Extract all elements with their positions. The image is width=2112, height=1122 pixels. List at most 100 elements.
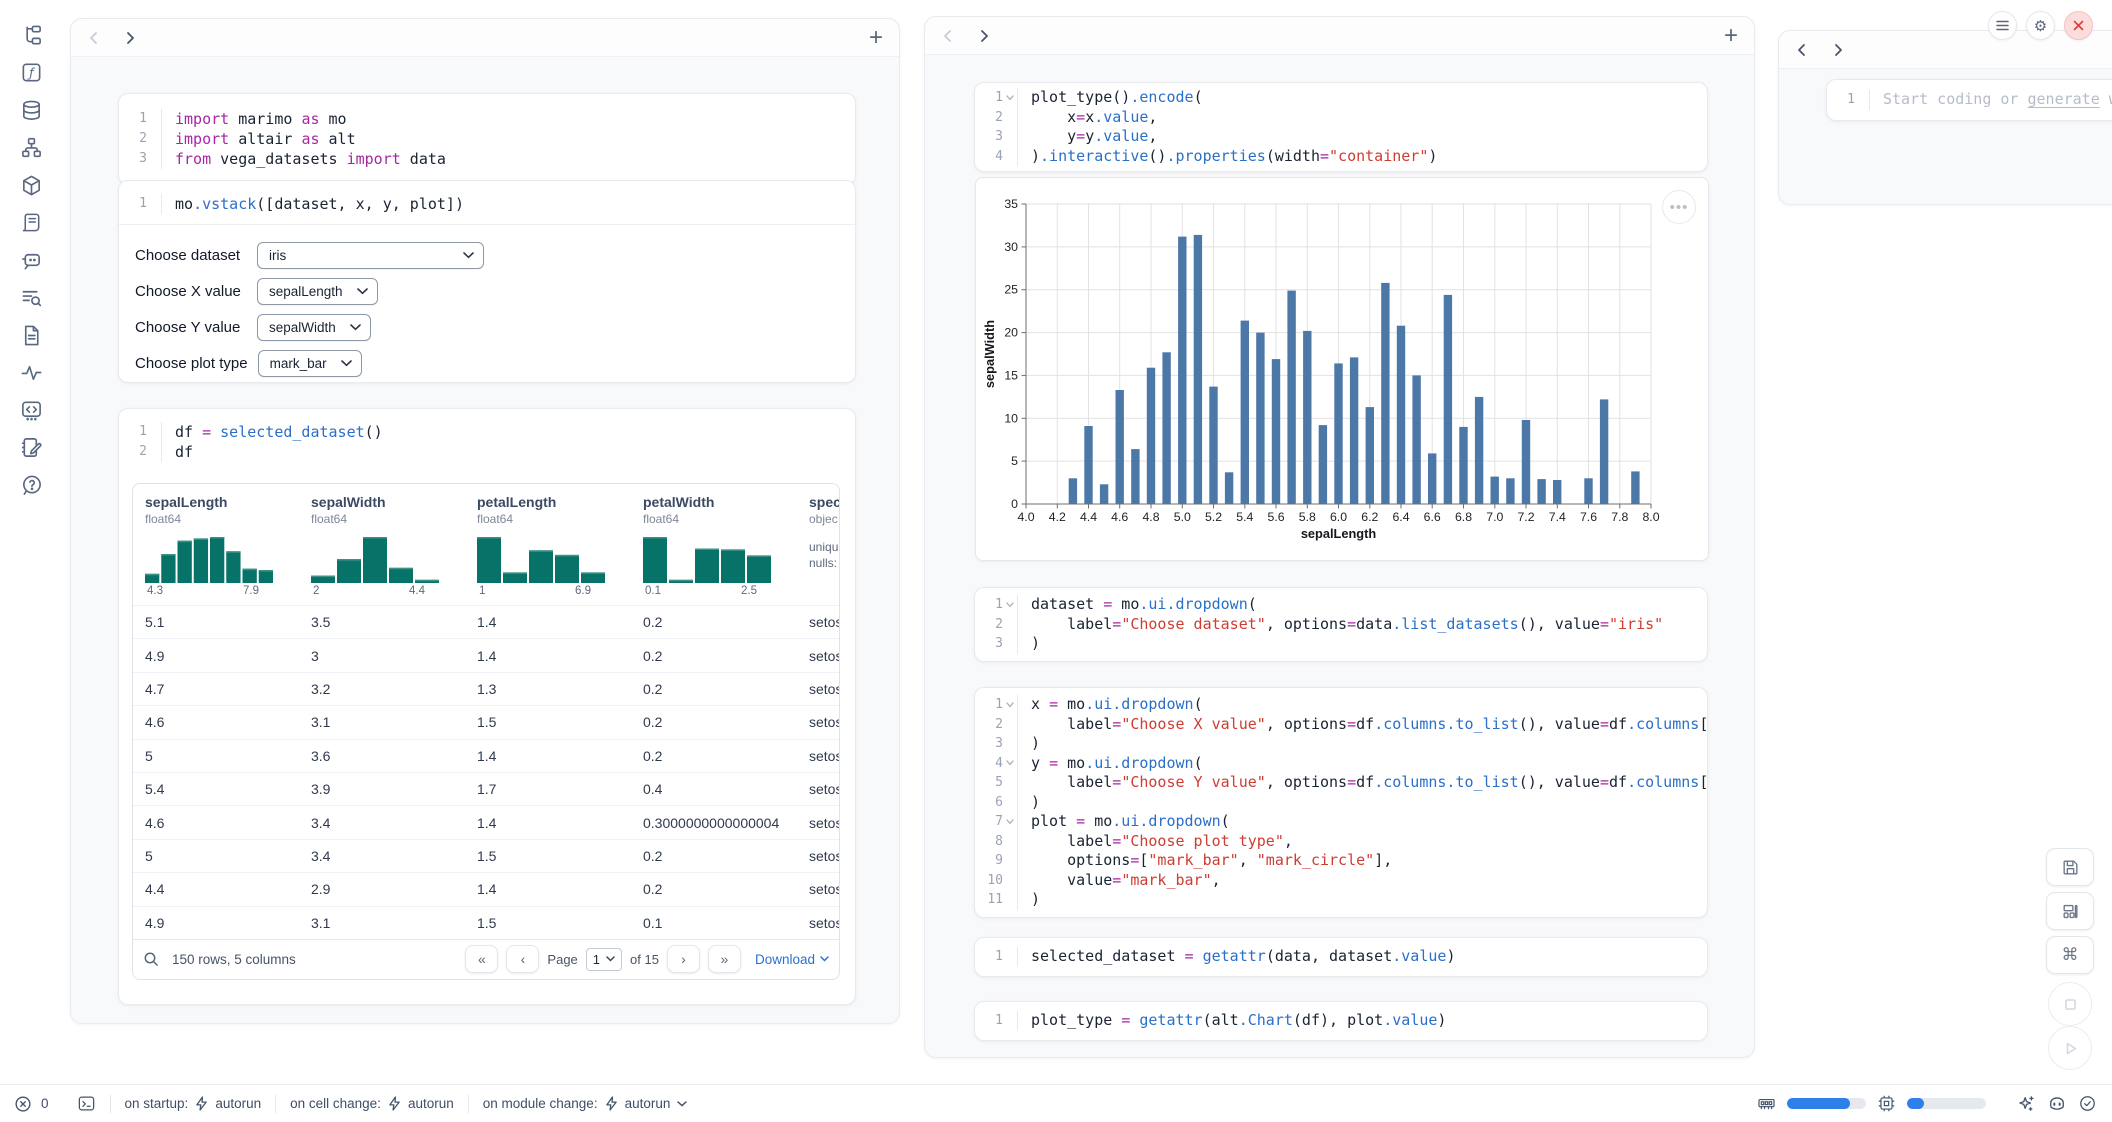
chart-menu-icon[interactable]: ••• xyxy=(1662,190,1696,224)
generate-link[interactable]: generate xyxy=(2028,90,2100,108)
x-value-select[interactable]: sepalLength xyxy=(257,278,378,305)
code-text[interactable]: selected_dataset = getattr(data, dataset… xyxy=(1017,947,1707,967)
svg-text:4.4: 4.4 xyxy=(1080,510,1097,524)
code-text[interactable]: import altair as alt xyxy=(161,129,855,149)
column-next-icon[interactable] xyxy=(1831,43,1845,57)
shutdown-icon[interactable] xyxy=(2064,11,2093,40)
prev-page-button[interactable]: ‹ xyxy=(506,945,539,973)
cell-selected-dataset[interactable]: 1selected_dataset = getattr(data, datase… xyxy=(974,937,1708,977)
add-cell-icon[interactable]: + xyxy=(1724,24,1738,48)
fold-chevron-icon[interactable] xyxy=(1003,754,1017,774)
column-prev-icon[interactable] xyxy=(87,31,101,45)
code-text[interactable]: ) xyxy=(1017,793,1707,813)
code-text[interactable]: dataset = mo.ui.dropdown( xyxy=(1017,595,1707,615)
last-page-button[interactable]: » xyxy=(708,945,741,973)
fold-chevron-icon[interactable] xyxy=(1003,595,1017,615)
code-text[interactable]: mo.vstack([dataset, x, y, plot]) xyxy=(161,194,855,214)
code-text[interactable]: label="Choose Y value", options=df.colum… xyxy=(1017,773,1707,793)
layout-button[interactable] xyxy=(2046,892,2094,930)
column-header-sepalWidth[interactable]: sepalWidthfloat6424.4 xyxy=(299,494,465,605)
packages-icon[interactable] xyxy=(18,172,44,198)
run-button[interactable] xyxy=(2048,1026,2092,1070)
save-button[interactable] xyxy=(2046,848,2094,886)
code-text[interactable]: label="Choose dataset", options=data.lis… xyxy=(1017,615,1707,635)
code-embed-icon[interactable] xyxy=(18,397,44,423)
svg-text:25: 25 xyxy=(1004,283,1018,297)
settings-gear-icon[interactable]: ⚙ xyxy=(2026,11,2055,40)
svg-text:0: 0 xyxy=(1011,497,1018,511)
column-next-icon[interactable] xyxy=(977,29,991,43)
command-palette-button[interactable]: ⌘ xyxy=(2046,936,2094,974)
runtime-config-0[interactable]: on startup:autorun xyxy=(111,1096,276,1111)
cell-plot[interactable]: 1plot_type().encode(2 x=x.value,3 y=y.va… xyxy=(974,82,1708,172)
runtime-config-1[interactable]: on cell change:autorun xyxy=(276,1096,468,1111)
code-text[interactable]: ) xyxy=(1017,734,1707,754)
code-text[interactable]: y=y.value, xyxy=(1017,127,1707,147)
column-next-icon[interactable] xyxy=(123,31,137,45)
tracing-icon[interactable] xyxy=(18,360,44,386)
copilot-icon[interactable] xyxy=(2047,1094,2067,1114)
code-text[interactable]: ) xyxy=(1017,890,1707,910)
code-text[interactable]: y = mo.ui.dropdown( xyxy=(1017,754,1707,774)
cell-imports[interactable]: 1import marimo as mo2import altair as al… xyxy=(118,93,856,185)
dependencies-icon[interactable] xyxy=(18,135,44,161)
logs-icon[interactable] xyxy=(18,285,44,311)
column-prev-icon[interactable] xyxy=(941,29,955,43)
bar-chart[interactable]: 4.04.24.44.64.85.05.25.45.65.86.06.26.46… xyxy=(976,178,1710,562)
cell-plot-type[interactable]: 1plot_type = getattr(alt.Chart(df), plot… xyxy=(974,1001,1708,1041)
functions-icon[interactable]: ƒ xyxy=(18,60,44,86)
download-button[interactable]: Download xyxy=(755,952,829,967)
column-header-sepalLength[interactable]: sepalLengthfloat644.37.9 xyxy=(133,494,299,605)
snippets-icon[interactable] xyxy=(18,322,44,348)
column-header-petalLength[interactable]: petalLengthfloat6416.9 xyxy=(465,494,631,605)
code-text[interactable]: df xyxy=(161,442,855,462)
documentation-icon[interactable] xyxy=(18,210,44,236)
fold-chevron-icon[interactable] xyxy=(1003,812,1017,832)
code-text[interactable]: import marimo as mo xyxy=(161,109,855,129)
code-text[interactable]: plot = mo.ui.dropdown( xyxy=(1017,812,1707,832)
code-text[interactable]: ).interactive().properties(width="contai… xyxy=(1017,147,1707,167)
help-icon[interactable] xyxy=(18,472,44,498)
runtime-config-2[interactable]: on module change:autorun xyxy=(469,1096,702,1111)
add-cell-icon[interactable]: + xyxy=(869,26,883,50)
scratchpad-icon[interactable] xyxy=(18,435,44,461)
search-icon[interactable] xyxy=(143,951,160,968)
code-text[interactable]: df = selected_dataset() xyxy=(161,422,855,442)
terminal-button[interactable] xyxy=(63,1094,110,1113)
outline-icon[interactable] xyxy=(18,22,44,48)
table-cell: 1.4 xyxy=(465,881,631,897)
menu-icon[interactable] xyxy=(1988,11,2017,40)
cell-empty[interactable]: 1 Start coding or generate with AI xyxy=(1826,79,2112,121)
cell-dataset-dropdown[interactable]: 1dataset = mo.ui.dropdown(2 label="Choos… xyxy=(974,587,1708,662)
data-sources-icon[interactable] xyxy=(18,97,44,123)
stop-button[interactable] xyxy=(2048,982,2092,1026)
dataset-select[interactable]: iris xyxy=(257,242,484,269)
column-prev-icon[interactable] xyxy=(1795,43,1809,57)
fold-chevron-icon[interactable] xyxy=(1003,88,1017,108)
column-header-speci[interactable]: speciobjecuniqunulls: xyxy=(797,494,839,605)
cell-vstack[interactable]: 1mo.vstack([dataset, x, y, plot]) Choose… xyxy=(118,180,856,383)
code-text[interactable]: label="Choose plot type", xyxy=(1017,832,1707,852)
ai-chat-icon[interactable] xyxy=(18,247,44,273)
column-header-petalWidth[interactable]: petalWidthfloat640.12.5 xyxy=(631,494,797,605)
code-text[interactable]: plot_type = getattr(alt.Chart(df), plot.… xyxy=(1017,1011,1707,1031)
code-text[interactable]: plot_type().encode( xyxy=(1017,88,1707,108)
fold-chevron-icon[interactable] xyxy=(1003,695,1017,715)
cell-dataframe[interactable]: 1df = selected_dataset()2df sepalLengthf… xyxy=(118,408,856,1005)
plot-type-select[interactable]: mark_bar xyxy=(258,350,362,377)
code-text[interactable]: options=["mark_bar", "mark_circle"], xyxy=(1017,851,1707,871)
y-value-select[interactable]: sepalWidth xyxy=(257,314,371,341)
error-counter[interactable]: 0 xyxy=(14,1095,63,1113)
code-text[interactable]: x=x.value, xyxy=(1017,108,1707,128)
next-page-button[interactable]: › xyxy=(667,945,700,973)
code-text[interactable]: x = mo.ui.dropdown( xyxy=(1017,695,1707,715)
connection-status-icon[interactable] xyxy=(2078,1094,2097,1113)
ai-assist-icon[interactable] xyxy=(2016,1094,2036,1114)
code-text[interactable]: label="Choose X value", options=df.colum… xyxy=(1017,715,1707,735)
first-page-button[interactable]: « xyxy=(465,945,498,973)
code-text[interactable]: ) xyxy=(1017,634,1707,654)
page-select[interactable]: 1 xyxy=(586,948,622,971)
code-text[interactable]: value="mark_bar", xyxy=(1017,871,1707,891)
code-text[interactable]: from vega_datasets import data xyxy=(161,149,855,169)
cell-xy-plot-dropdowns[interactable]: 1x = mo.ui.dropdown(2 label="Choose X va… xyxy=(974,687,1708,918)
